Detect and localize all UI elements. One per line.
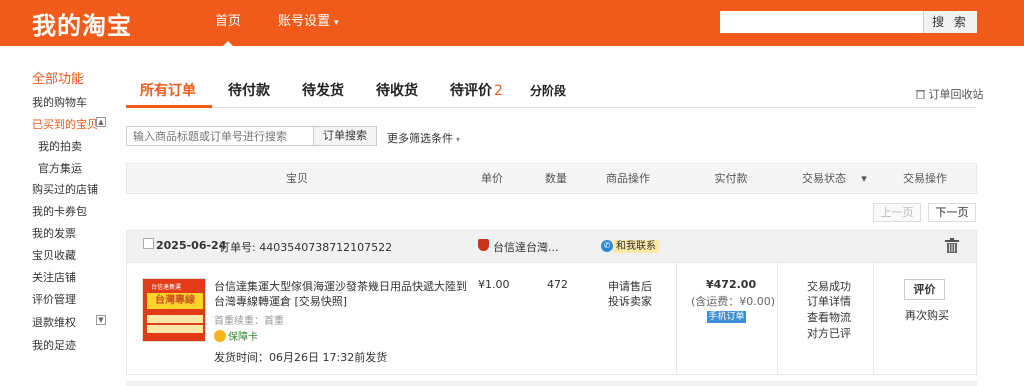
next-order-header xyxy=(126,381,977,386)
tab-label: 所有订单 xyxy=(140,83,196,99)
track-shipment-link[interactable]: 查看物流 xyxy=(807,309,851,325)
product-image-headline: 台灣專線 xyxy=(147,293,203,309)
sidebar-item-invoices[interactable]: 我的发票 xyxy=(32,225,76,241)
product-image-caption: 台信達集運 xyxy=(151,284,182,291)
nav-home[interactable]: 首页 xyxy=(200,0,256,47)
col-header-status[interactable]: 交易状态 xyxy=(797,164,851,194)
sidebar-item-reviews[interactable]: 评价管理 xyxy=(32,291,76,307)
ship-time: 发货时间：06月26日 17:32前发货 xyxy=(214,351,388,364)
chevron-down-icon: ▾ xyxy=(456,135,461,144)
sidebar-item-followed-shops[interactable]: 关注店铺 xyxy=(32,269,76,285)
order-detail-link[interactable]: 订单详情 xyxy=(807,293,851,309)
sidebar-item-shops[interactable]: 购买过的店铺 xyxy=(32,181,98,197)
recycle-bin-label: 订单回收站 xyxy=(928,88,984,101)
search-input[interactable] xyxy=(720,11,923,33)
table-header: 宝贝 单价 数量 商品操作 实付款 交易状态 ▾ 交易操作 xyxy=(126,163,977,194)
sidebar-item-refunds[interactable]: 退款维权 xyxy=(32,314,76,330)
sidebar-item-favorites[interactable]: 宝贝收藏 xyxy=(32,247,76,263)
logo[interactable]: 我的淘宝 xyxy=(32,6,132,41)
sidebar-item-auction[interactable]: 我的拍卖 xyxy=(38,138,82,154)
column-divider xyxy=(777,263,778,375)
sidebar-item-bought[interactable]: 已买到的宝贝 xyxy=(32,116,98,132)
col-header-ops: 商品操作 xyxy=(606,172,650,185)
guarantee-icon xyxy=(214,330,226,342)
col-header-item: 宝贝 xyxy=(286,172,308,185)
shop-name-link[interactable]: 台信達台灣... xyxy=(493,239,559,255)
product-image-decoration xyxy=(147,315,203,323)
tab-pending-review[interactable]: 待评价 2 xyxy=(450,76,503,108)
tab-label: 待发货 xyxy=(302,83,344,99)
after-sales-link[interactable]: 申请售后 xyxy=(608,278,652,294)
guarantee-label: 保障卡 xyxy=(228,332,258,343)
tab-label: 待评价 xyxy=(450,83,492,99)
counterparty-reviewed: 对方已评 xyxy=(807,327,851,340)
complain-seller-link[interactable]: 投诉卖家 xyxy=(608,293,652,309)
col-header-qty: 数量 xyxy=(545,172,567,185)
tab-count-badge: 2 xyxy=(494,83,503,99)
more-filters-toggle[interactable]: 更多筛选条件 ▾ xyxy=(387,130,460,146)
product-title-link[interactable]: 台信達集運大型傢俱海運沙發茶幾日用品快遞大陸到台灣專線轉運倉 [交易快照] xyxy=(214,279,470,309)
order-search-input[interactable] xyxy=(126,126,314,146)
tab-all-orders[interactable]: 所有订单 xyxy=(140,76,196,108)
expand-icon[interactable]: ▼ xyxy=(96,315,106,325)
nav-settings-label: 账号设置 xyxy=(278,14,331,29)
trade-status: 交易成功 xyxy=(807,280,851,293)
contact-seller-link[interactable]: 和我联系 xyxy=(613,240,659,253)
tab-pending-receipt[interactable]: 待收货 xyxy=(376,76,418,108)
sidebar-title[interactable]: 全部功能 xyxy=(32,68,84,87)
unit-price: ¥1.00 xyxy=(478,278,510,291)
active-tab-indicator xyxy=(126,105,212,108)
col-header-price: 单价 xyxy=(481,172,503,185)
prev-page-button[interactable]: 上一页 xyxy=(873,203,921,222)
guarantee-badge[interactable]: 保障卡 xyxy=(214,330,258,343)
tab-label: 待付款 xyxy=(228,83,270,99)
paid-amount: ¥472.00 xyxy=(706,278,757,291)
sidebar-item-cart[interactable]: 我的购物车 xyxy=(32,94,87,110)
quantity: 472 xyxy=(547,278,568,291)
shipping-fee: (含运费：¥0.00) xyxy=(691,295,776,308)
nav-home-label: 首页 xyxy=(214,14,241,29)
order-checkbox[interactable] xyxy=(143,238,154,249)
trash-icon xyxy=(916,90,925,100)
col-header-paid: 实付款 xyxy=(714,172,748,185)
recycle-bin-link[interactable]: 订单回收站 xyxy=(916,86,984,102)
nav-account-settings[interactable]: 账号设置 ▾ xyxy=(278,0,339,46)
order-date: 2025-06-24 xyxy=(156,239,227,252)
product-image-decoration xyxy=(147,325,203,333)
next-page-button[interactable]: 下一页 xyxy=(928,203,976,222)
sidebar-item-footprints[interactable]: 我的足迹 xyxy=(32,337,76,353)
col-header-actions: 交易操作 xyxy=(903,172,947,185)
tab-pending-payment[interactable]: 待付款 xyxy=(228,76,270,108)
chat-icon[interactable]: ✆ xyxy=(601,240,613,252)
top-bar: 我的淘宝 首页 账号设置 ▾ 搜 索 xyxy=(0,0,1024,47)
sidebar-item-consolidation[interactable]: 官方集运 xyxy=(38,160,82,176)
tab-label: 待收货 xyxy=(376,83,418,99)
chevron-down-icon: ▾ xyxy=(334,18,339,28)
tab-label: 分阶段 xyxy=(530,84,567,98)
product-image[interactable]: 台信達集運 台灣專線 xyxy=(142,278,206,342)
column-divider xyxy=(676,263,677,375)
product-attribute: 首重续重：首重 xyxy=(214,316,284,327)
active-caret-icon xyxy=(222,41,234,47)
shop-icon xyxy=(478,239,489,251)
column-divider xyxy=(873,263,874,375)
buy-again-link[interactable]: 再次购买 xyxy=(905,307,949,323)
order-search-button[interactable]: 订单搜索 xyxy=(313,126,377,146)
mobile-order-badge: 手机订单 xyxy=(707,311,746,323)
collapse-icon[interactable]: ▲ xyxy=(96,117,106,127)
delete-order-icon[interactable] xyxy=(945,238,959,253)
caret-down-icon[interactable]: ▾ xyxy=(857,164,871,194)
order-number: 订单号: 4403540738712107522 xyxy=(219,241,393,254)
tab-installments[interactable]: 分阶段 xyxy=(530,76,566,108)
order-tabs: 所有订单 待付款 待发货 待收货 待评价 2 分阶段 xyxy=(126,76,977,108)
tab-pending-shipment[interactable]: 待发货 xyxy=(302,76,344,108)
more-filters-label: 更多筛选条件 xyxy=(387,132,453,145)
review-button[interactable]: 评价 xyxy=(904,279,945,300)
search-button[interactable]: 搜 索 xyxy=(923,11,977,33)
sidebar-item-coupons[interactable]: 我的卡券包 xyxy=(32,203,87,219)
